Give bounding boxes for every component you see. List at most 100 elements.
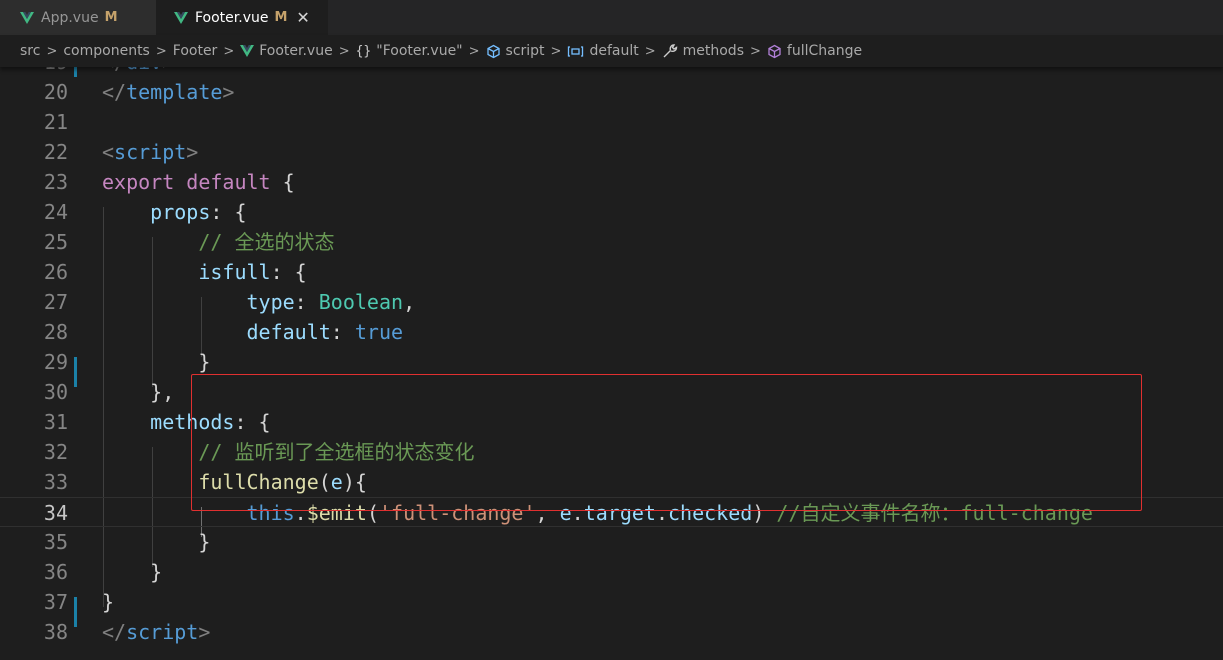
code-token: fullChange [198,470,319,494]
code-line[interactable]: 27 type: Boolean, [0,287,1223,317]
code-line[interactable]: 20 </template> [0,77,1223,107]
code-token: > [162,67,174,74]
code-line[interactable]: 19 </div> [0,67,1223,77]
chevron-right-icon: > [46,43,58,59]
code-token: export [102,170,175,194]
code-text: } [102,527,210,557]
code-token: $emit [306,501,367,525]
cube-icon [486,44,501,59]
code-token: // 监听到了全选框的状态变化 [198,440,475,464]
breadcrumb-label: "Footer.vue" [376,43,463,59]
code-line[interactable]: 34 this.$emit('full-change', e.target.ch… [0,497,1223,527]
code-text: // 全选的状态 [102,227,334,257]
code-editor[interactable]: 19</div>20</template>2122<script> 23 expor… [0,67,1223,660]
code-line[interactable]: 22 <script> [0,137,1223,167]
tab-app-vue[interactable]: App.vue M [0,0,156,35]
code-text: </div> [102,67,174,77]
tab-bar: App.vue M Footer.vue M ✕ [0,0,1223,35]
code-token: type [246,290,295,314]
code-line[interactable]: 21 [0,107,1223,137]
code-token: </ [102,620,127,644]
breadcrumb-item-methods[interactable]: methods [662,43,744,59]
code-token: default [186,170,271,194]
breadcrumb-label: src [20,43,41,59]
chevron-right-icon: > [749,43,761,59]
code-token: } [102,530,211,554]
code-text: } [102,347,210,377]
code-line[interactable]: 25 // 全选的状态 [0,227,1223,257]
code-token: ( [318,470,331,494]
breadcrumb-item-fullchange[interactable]: fullChange [767,43,862,59]
code-text: <script> [102,137,198,167]
breadcrumb-item-footer[interactable]: Footer [173,43,218,59]
code-token: </ [102,80,127,104]
code-text: this.$emit('full-change', e.target.check… [102,498,1093,528]
line-number: 23 [43,170,68,194]
line-number: 24 [43,200,68,224]
code-token: : { [234,410,271,434]
code-line[interactable]: 26 isfull: { [0,257,1223,287]
code-token: : [294,290,319,314]
breadcrumb: src > components > Footer > Footer.vue >… [0,35,1223,67]
code-line[interactable]: 38 </script> [0,617,1223,647]
code-line[interactable]: 29 } [0,347,1223,377]
breadcrumb-item-script[interactable]: script [486,43,545,59]
code-text: // 监听到了全选框的状态变化 [102,437,474,467]
code-token: : [330,320,355,344]
breadcrumb-item-default[interactable]: default [567,43,639,59]
code-token: methods [150,410,235,434]
code-token: } [102,560,163,584]
code-line[interactable]: 32 // 监听到了全选框的状态变化 [0,437,1223,467]
breadcrumb-item-src[interactable]: src [20,43,40,59]
vue-icon [20,11,34,24]
code-token: . [571,501,584,525]
breadcrumb-item-components[interactable]: components [63,43,150,59]
code-line[interactable]: 24 props: { [0,197,1223,227]
code-token: ) [752,501,777,525]
modified-badge: M [274,10,288,25]
code-line[interactable]: 33 fullChange(e){ [0,467,1223,497]
code-line[interactable]: 23 export default { [0,167,1223,197]
tab-footer-vue[interactable]: Footer.vue M ✕ [156,0,328,35]
line-number: 35 [43,530,68,554]
code-line[interactable]: 31 methods: { [0,407,1223,437]
code-line[interactable]: 37} [0,587,1223,617]
code-token: isfull [198,260,271,284]
code-token: this [246,501,295,525]
code-line[interactable]: 35 } [0,527,1223,557]
code-token: props [150,200,211,224]
line-number: 27 [43,290,68,314]
code-token: } [102,350,211,374]
code-line[interactable]: 36 } [0,557,1223,587]
breadcrumb-label: Footer [172,43,218,59]
breadcrumb-label: components [63,43,150,59]
breadcrumb-item-module[interactable]: {} "Footer.vue" [356,43,463,59]
code-token: ( [366,501,379,525]
code-token: template [126,80,223,104]
code-text: </template> [102,77,234,107]
code-token: }, [102,380,175,404]
code-token: < [102,140,115,164]
line-number: 36 [43,560,68,584]
code-token: > [222,80,235,104]
close-icon[interactable]: ✕ [296,8,309,27]
code-token: script [114,140,187,164]
code-text: props: { [102,197,246,227]
code-token: . [655,501,669,525]
breadcrumb-label: default [589,43,639,59]
breadcrumb-item-footer-vue[interactable]: Footer.vue [240,43,333,59]
code-text: default: true [102,317,404,347]
code-line[interactable]: 28 default: true [0,317,1223,347]
code-text: }, [102,377,174,407]
code-line[interactable]: 30 }, [0,377,1223,407]
code-token: 'full-change' [378,501,536,525]
line-number: 25 [43,230,68,254]
